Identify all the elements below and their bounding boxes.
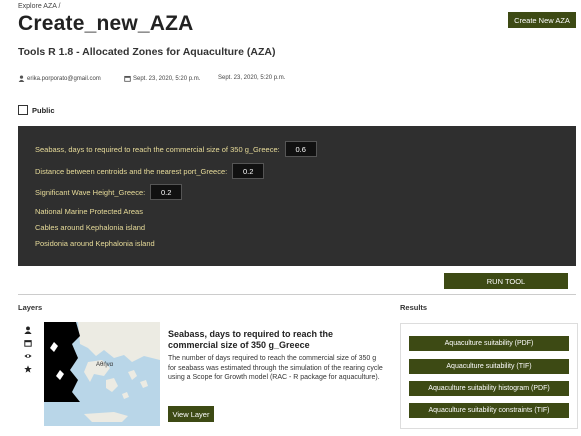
result-tif-button[interactable]: Aquaculture suitability (TIF) bbox=[409, 359, 569, 374]
breadcrumb[interactable]: Explore AZA / bbox=[18, 3, 60, 10]
modified-date: Sept. 23, 2020, 5:20 p.m. bbox=[218, 75, 286, 81]
layers-heading: Layers bbox=[18, 303, 43, 312]
parameter-label: Distance between centroids and the neare… bbox=[35, 166, 228, 176]
panel-layer-item[interactable]: Posidonia around Kephalonia island bbox=[35, 239, 155, 248]
public-toggle[interactable]: Public bbox=[18, 105, 55, 115]
layer-thumbnail-map[interactable]: Αθήνα bbox=[44, 322, 160, 426]
user-icon[interactable] bbox=[24, 326, 32, 334]
public-label: Public bbox=[32, 105, 55, 115]
calendar-icon bbox=[124, 75, 131, 82]
view-layer-button[interactable]: View Layer bbox=[168, 406, 214, 422]
public-checkbox[interactable] bbox=[18, 105, 28, 115]
layer-actions bbox=[24, 326, 32, 373]
layer-title[interactable]: Seabass, days to required to reach the c… bbox=[168, 329, 383, 351]
calendar-icon[interactable] bbox=[24, 339, 32, 347]
parameters-panel: Seabass, days to required to reach the c… bbox=[18, 126, 576, 266]
star-icon[interactable] bbox=[24, 365, 32, 373]
created-date: Sept. 23, 2020, 5:20 p.m. bbox=[133, 75, 201, 82]
result-constraints-button[interactable]: Aquaculture suitability constraints (TIF… bbox=[409, 403, 569, 418]
parameter-row: Distance between centroids and the neare… bbox=[35, 163, 265, 179]
eye-icon[interactable] bbox=[24, 352, 32, 360]
user-icon bbox=[18, 75, 25, 82]
run-tool-button[interactable]: RUN TOOL bbox=[444, 273, 568, 289]
parameter-value-input[interactable]: 0.6 bbox=[284, 141, 317, 157]
author-text[interactable]: erika.porporato@gmail.com bbox=[27, 76, 101, 82]
map-city-label: Αθήνα bbox=[96, 362, 114, 368]
panel-layer-item[interactable]: National Marine Protected Areas bbox=[35, 207, 143, 216]
parameter-value-input[interactable]: 0.2 bbox=[150, 184, 183, 200]
results-heading: Results bbox=[400, 303, 428, 312]
create-new-aza-button[interactable]: Create New AZA bbox=[508, 12, 576, 28]
meta-modified: Sept. 23, 2020, 5:20 p.m. bbox=[218, 75, 285, 81]
page-subtitle: Tools R 1.8 - Allocated Zones for Aquacu… bbox=[18, 46, 276, 58]
parameter-value-input[interactable]: 0.2 bbox=[232, 163, 265, 179]
parameter-row: Seabass, days to required to reach the c… bbox=[35, 141, 317, 157]
parameter-label: Seabass, days to required to reach the c… bbox=[35, 144, 280, 154]
layer-description: The number of days required to reach the… bbox=[168, 355, 383, 381]
result-histogram-button[interactable]: Aquaculture suitability histogram (PDF) bbox=[409, 381, 569, 396]
panel-layer-item[interactable]: Cables around Kephalonia island bbox=[35, 223, 145, 232]
parameter-row: Significant Wave Height_Greece: 0.2 bbox=[35, 184, 183, 200]
map-graphic bbox=[44, 322, 160, 426]
page-title: Create_new_AZA bbox=[18, 12, 194, 35]
meta-created: Sept. 23, 2020, 5:20 p.m. bbox=[124, 75, 200, 82]
meta-author: erika.porporato@gmail.com bbox=[18, 75, 101, 82]
results-panel: Aquaculture suitability (PDF) Aquacultur… bbox=[400, 323, 578, 429]
divider bbox=[18, 294, 576, 295]
parameter-label: Significant Wave Height_Greece: bbox=[35, 187, 146, 197]
result-pdf-button[interactable]: Aquaculture suitability (PDF) bbox=[409, 336, 569, 351]
